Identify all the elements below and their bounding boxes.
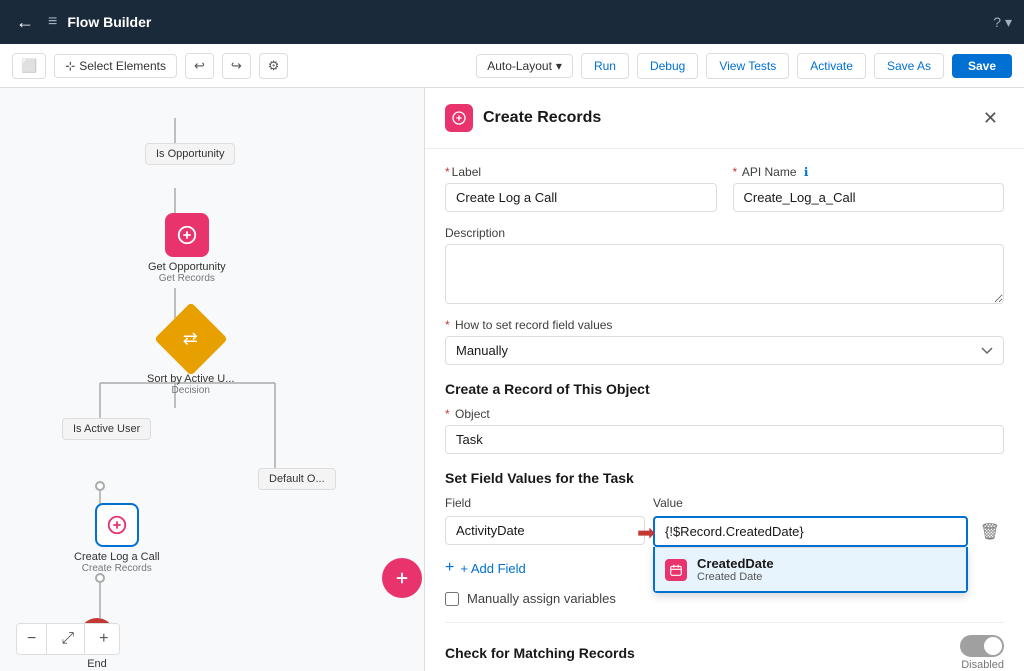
field-input[interactable] (445, 516, 645, 545)
undo-button[interactable]: ↩ (185, 53, 214, 79)
suggestion-item[interactable]: CreatedDate Created Date (655, 547, 966, 591)
save-button[interactable]: Save (952, 54, 1012, 78)
connector-circle (95, 481, 105, 491)
created-date-icon (665, 559, 687, 581)
panel-title: Create Records (483, 109, 967, 127)
is-opportunity-node[interactable]: Is Opportunity (145, 143, 235, 165)
object-group: * Object (445, 407, 1004, 454)
matching-records-toggle[interactable] (960, 635, 1004, 657)
panel-body: *Label * API Name ℹ Description (425, 149, 1024, 671)
side-panel: Create Records ✕ *Label * API Name ℹ (424, 88, 1024, 671)
how-to-set-select[interactable]: Manually From template (445, 336, 1004, 365)
field-col-label: Field (445, 496, 645, 510)
object-label: * Object (445, 407, 1004, 421)
activate-button[interactable]: Activate (797, 53, 866, 79)
panel-header: Create Records ✕ (425, 88, 1024, 149)
debug-button[interactable]: Debug (637, 53, 698, 79)
create-records-icon (95, 503, 139, 547)
toolbar: ⬜ ⊹ Select Elements ↩ ↪ ⚙ Auto-Layout ▾ … (0, 44, 1024, 88)
how-to-set-label: * How to set record field values (445, 318, 1004, 332)
manually-assign-label: Manually assign variables (467, 591, 616, 606)
set-field-title: Set Field Values for the Task (445, 470, 1004, 486)
suggestion-name: CreatedDate (697, 556, 774, 571)
value-input[interactable] (653, 516, 968, 547)
toggle-label: Disabled (961, 659, 1004, 671)
view-tests-button[interactable]: View Tests (706, 53, 789, 79)
add-field-button[interactable]: + + Add Field (445, 553, 526, 583)
zoom-in-button[interactable]: + (89, 624, 118, 654)
label-group: *Label (445, 165, 717, 212)
field-row: ➡ CreatedDate Created Date (445, 516, 1004, 547)
cursor-icon: ⊹ (65, 59, 75, 73)
get-records-icon (165, 213, 209, 257)
default-node[interactable]: Default O... (258, 468, 336, 490)
value-input-wrapper: CreatedDate Created Date (653, 516, 968, 547)
apiname-field-label: * API Name ℹ (733, 165, 1005, 179)
field-row-header: Field Value (445, 496, 1004, 510)
settings-button[interactable]: ⚙ (259, 53, 289, 79)
connector-circle-2 (95, 573, 105, 583)
info-icon: ℹ (804, 165, 809, 179)
panel-title-icon (445, 104, 473, 132)
plus-icon: + (445, 559, 454, 577)
flow-canvas[interactable]: Is Opportunity Get Opportunity Get Recor… (0, 88, 424, 671)
fit-view-button[interactable]: ⤢ (51, 624, 85, 654)
check-match-title: Check for Matching Records (445, 645, 635, 661)
toggle-wrapper: Disabled (960, 635, 1004, 671)
flow-icon: ≡ (48, 13, 57, 31)
manually-assign-checkbox[interactable] (445, 592, 459, 606)
object-input[interactable] (445, 425, 1004, 454)
main-area: Is Opportunity Get Opportunity Get Recor… (0, 88, 1024, 671)
canvas-controls: − ⤢ + (16, 623, 120, 655)
get-opportunity-node[interactable]: Get Opportunity Get Records (148, 213, 226, 284)
check-match-row: Check for Matching Records Disabled (445, 622, 1004, 671)
is-active-user-node[interactable]: Is Active User (62, 418, 151, 440)
redo-button[interactable]: ↪ (222, 53, 251, 79)
nav-title: Flow Builder (67, 14, 151, 30)
help-button[interactable]: ? ▾ (993, 14, 1012, 31)
create-log-node[interactable]: Create Log a Call Create Records (74, 503, 160, 574)
back-button[interactable]: ← (12, 8, 38, 37)
canvas-view-button[interactable]: ⬜ (12, 53, 46, 79)
panel-close-button[interactable]: ✕ (977, 106, 1004, 131)
api-name-input[interactable] (733, 183, 1005, 212)
partial-node (382, 558, 422, 598)
value-col-label: Value (653, 496, 1004, 510)
create-object-title: Create a Record of This Object (445, 381, 1004, 397)
label-input[interactable] (445, 183, 717, 212)
suggestion-desc: Created Date (697, 571, 774, 583)
suggestion-dropdown: CreatedDate Created Date (653, 547, 968, 593)
zoom-out-button[interactable]: − (17, 624, 47, 654)
auto-layout-button[interactable]: Auto-Layout ▾ (476, 54, 573, 78)
select-elements-button[interactable]: ⊹ Select Elements (54, 54, 177, 78)
description-input[interactable] (445, 244, 1004, 304)
description-group: Description (445, 226, 1004, 304)
description-label: Description (445, 226, 1004, 240)
run-button[interactable]: Run (581, 53, 629, 79)
how-to-set-group: * How to set record field values Manuall… (445, 318, 1004, 365)
manually-assign-row: Manually assign variables (445, 591, 1004, 606)
label-apiname-row: *Label * API Name ℹ (445, 165, 1004, 212)
sort-by-active-node[interactable]: ⇄ Sort by Active U... Decision (147, 313, 234, 396)
label-field-label: *Label (445, 165, 717, 179)
delete-field-button[interactable]: 🗑 (976, 518, 1004, 546)
nav-bar: ← ≡ Flow Builder ? ▾ (0, 0, 1024, 44)
save-as-button[interactable]: Save As (874, 53, 944, 79)
apiname-group: * API Name ℹ (733, 165, 1005, 212)
toggle-knob (984, 637, 1002, 655)
chevron-down-icon: ▾ (556, 59, 562, 73)
